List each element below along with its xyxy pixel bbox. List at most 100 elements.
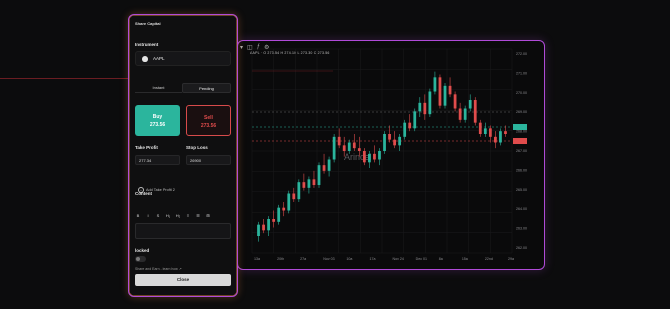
format-toolbar: B I S H₁ H₂ ≡ ☰ ⊞ xyxy=(135,213,211,218)
content-editor[interactable] xyxy=(135,223,231,239)
candle-body[interactable] xyxy=(468,100,472,109)
candle-body[interactable] xyxy=(483,128,487,134)
order-panel: Share Capital Instrument AAPL Instant Pe… xyxy=(128,14,238,297)
candle-body[interactable] xyxy=(398,136,402,146)
candle-body[interactable] xyxy=(448,85,452,95)
buy-label: Buy xyxy=(152,114,163,120)
locked-toggle[interactable] xyxy=(135,256,146,262)
candle-body[interactable] xyxy=(322,165,326,171)
candle-body[interactable] xyxy=(473,100,477,123)
candle-body[interactable] xyxy=(312,179,316,185)
candle-body[interactable] xyxy=(282,207,286,211)
time-tick-label: 29a xyxy=(508,257,514,261)
candle-body[interactable] xyxy=(433,77,437,92)
heading1-button[interactable]: H₁ xyxy=(165,213,171,218)
candle-body[interactable] xyxy=(453,94,457,109)
stop-loss-input[interactable]: 26900 xyxy=(186,155,231,165)
time-tick-label: 8a xyxy=(439,257,443,261)
candle-body[interactable] xyxy=(423,102,427,115)
candle-body[interactable] xyxy=(373,153,376,160)
candle-body[interactable] xyxy=(499,131,502,143)
candle-body[interactable] xyxy=(267,219,270,231)
close-button[interactable]: Close xyxy=(135,274,231,286)
candle-body[interactable] xyxy=(393,139,396,146)
list-button[interactable]: ≡ xyxy=(185,213,191,218)
candle-body[interactable] xyxy=(337,136,341,146)
price-guide-line xyxy=(0,78,128,79)
time-tick-label: 15a xyxy=(462,257,468,261)
candle-body[interactable] xyxy=(362,151,366,163)
candle-body[interactable] xyxy=(443,85,447,106)
candle-body[interactable] xyxy=(302,182,306,188)
candle-body[interactable] xyxy=(297,182,301,200)
image-button[interactable]: ⊞ xyxy=(205,213,211,218)
candle-body[interactable] xyxy=(413,111,417,129)
candle-body[interactable] xyxy=(352,142,356,149)
candle-body[interactable] xyxy=(347,142,351,152)
candle-body[interactable] xyxy=(408,122,412,129)
candle-body[interactable] xyxy=(292,193,296,200)
toggle-knob xyxy=(136,257,140,261)
candle-body[interactable] xyxy=(262,224,265,231)
candle-body[interactable] xyxy=(272,219,276,222)
candle-body[interactable] xyxy=(494,136,497,143)
candle-body[interactable] xyxy=(388,134,391,140)
price-tick-label: 262.00 xyxy=(516,246,527,250)
ordered-list-button[interactable]: ☰ xyxy=(195,213,201,218)
candle-body[interactable] xyxy=(317,165,321,185)
time-tick-label: Nov 24 xyxy=(393,257,404,261)
candle-body[interactable] xyxy=(287,193,291,211)
candle-body[interactable] xyxy=(458,108,462,120)
time-tick-label: 17a xyxy=(369,257,375,261)
candle-body[interactable] xyxy=(342,145,346,151)
price-tick-label: 271.00 xyxy=(516,71,527,75)
strike-button[interactable]: S xyxy=(155,213,161,218)
tab-instant[interactable]: Instant xyxy=(135,83,182,93)
candle-body[interactable] xyxy=(488,128,492,137)
candle-body[interactable] xyxy=(307,179,311,188)
candle-body[interactable] xyxy=(327,159,331,171)
candle-body[interactable] xyxy=(463,108,467,120)
sell-label: Sell xyxy=(204,115,213,121)
candle-body[interactable] xyxy=(418,102,422,112)
share-link[interactable]: Share and Earn - learn how ↗ xyxy=(135,267,182,271)
candle-body[interactable] xyxy=(428,91,432,115)
time-tick-label: 10a xyxy=(346,257,352,261)
sell-button[interactable]: Sell 273.56 xyxy=(186,105,231,136)
time-tick-label: 27a xyxy=(300,257,306,261)
price-tick-label: 266.00 xyxy=(516,168,527,172)
candle-body[interactable] xyxy=(357,148,361,151)
time-tick-label: 20th xyxy=(277,257,284,261)
candle-body[interactable] xyxy=(403,122,407,137)
heading2-button[interactable]: H₂ xyxy=(175,213,181,218)
price-tick-label: 265.00 xyxy=(516,188,527,192)
time-tick-label: Nov 03 xyxy=(323,257,334,261)
candle-body[interactable] xyxy=(277,207,281,222)
chart-panel[interactable]: ▾ ◫ ƒ ⚙ AAPL · O 273.54 H 274.10 L 273.3… xyxy=(237,40,545,270)
instrument-label: Instrument xyxy=(135,42,159,47)
candle-body[interactable] xyxy=(438,77,442,106)
tab-pending[interactable]: Pending xyxy=(182,83,231,93)
candle-body[interactable] xyxy=(478,122,482,134)
price-tick-label: 267.00 xyxy=(516,149,527,153)
sell-price: 273.56 xyxy=(200,123,217,129)
candle-body[interactable] xyxy=(332,136,336,160)
candle-body[interactable] xyxy=(368,153,371,163)
price-tag xyxy=(513,124,527,130)
buy-price: 273.56 xyxy=(149,122,166,128)
candle-body[interactable] xyxy=(378,151,381,160)
candle-body[interactable] xyxy=(257,224,260,236)
stop-loss-label: Stop Loss xyxy=(186,145,208,150)
candlestick-chart[interactable]: Arincel 272.00 271.00 270.00 269.00 268.00 267… xyxy=(238,41,544,269)
bold-button[interactable]: B xyxy=(135,213,141,218)
italic-button[interactable]: I xyxy=(145,213,151,218)
instrument-selector[interactable]: AAPL xyxy=(135,51,231,66)
buy-button[interactable]: Buy 273.56 xyxy=(135,105,180,136)
time-tick-label: 22nd xyxy=(485,257,493,261)
take-profit-label: Take Profit xyxy=(135,145,158,150)
candle-body[interactable] xyxy=(504,131,507,134)
candle-body[interactable] xyxy=(383,134,386,151)
take-profit-input[interactable]: 277.34 xyxy=(135,155,180,165)
content-label: Content xyxy=(135,191,152,196)
apple-icon xyxy=(142,55,148,62)
